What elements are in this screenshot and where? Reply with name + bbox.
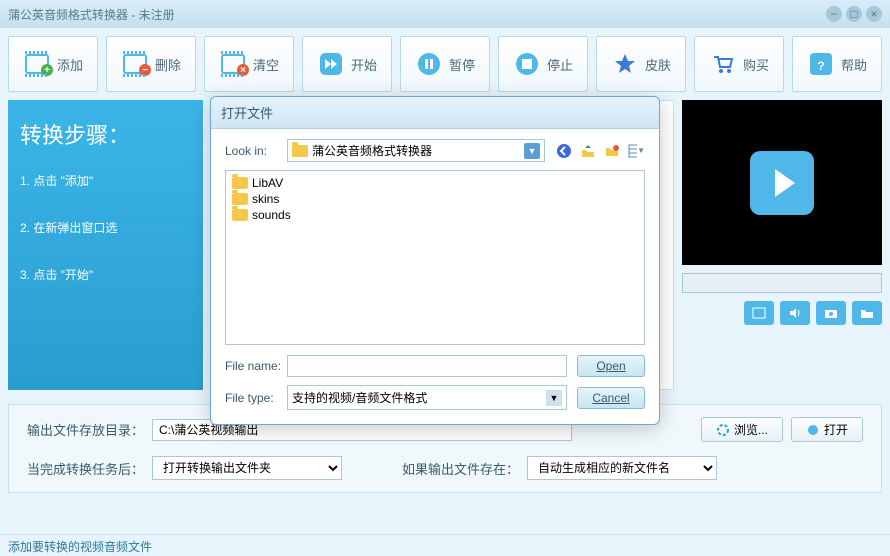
delete-label: 删除 bbox=[155, 55, 181, 74]
filetype-combo[interactable]: 支持的视频/音频文件格式 ▼ bbox=[287, 385, 567, 410]
nav-back-button[interactable] bbox=[555, 142, 573, 160]
close-button[interactable]: × bbox=[866, 6, 882, 22]
steps-heading: 转换步骤： bbox=[20, 118, 191, 150]
list-item[interactable]: LibAV bbox=[230, 175, 640, 191]
start-label: 开始 bbox=[351, 55, 377, 74]
add-label: 添加 bbox=[57, 55, 83, 74]
after-task-label: 当完成转换任务后： bbox=[27, 459, 144, 478]
delete-button[interactable]: − 删除 bbox=[106, 36, 196, 92]
filetype-label: File type: bbox=[225, 391, 287, 405]
pause-icon bbox=[415, 50, 443, 78]
stop-label: 停止 bbox=[547, 55, 573, 74]
app-title: 蒲公英音频格式转换器 - 未注册 bbox=[8, 6, 175, 23]
list-item[interactable]: sounds bbox=[230, 207, 640, 223]
open-button[interactable]: Open bbox=[577, 355, 645, 377]
lookin-label: Look in: bbox=[225, 144, 287, 158]
browse-icon bbox=[716, 423, 730, 437]
file-open-dialog: 打开文件 Look in: 蒲公英音频格式转换器 ▼ ▼ LibAV skins… bbox=[210, 96, 660, 425]
nav-up-button[interactable] bbox=[579, 142, 597, 160]
stop-button[interactable]: 停止 bbox=[498, 36, 588, 92]
cancel-button[interactable]: Cancel bbox=[577, 387, 645, 409]
step-2: 2. 在新弹出窗口选 bbox=[20, 219, 191, 236]
preview-progress[interactable] bbox=[682, 273, 882, 293]
clear-button[interactable]: × 清空 bbox=[204, 36, 294, 92]
step-3: 3. 点击 "开始" bbox=[20, 266, 191, 283]
open-icon bbox=[806, 423, 820, 437]
step-1: 1. 点击 "添加" bbox=[20, 172, 191, 189]
start-button[interactable]: 开始 bbox=[302, 36, 392, 92]
filename-label: File name: bbox=[225, 359, 287, 373]
filename-input[interactable] bbox=[287, 355, 567, 377]
folder-icon bbox=[232, 209, 248, 221]
pause-button[interactable]: 暂停 bbox=[400, 36, 490, 92]
dialog-title: 打开文件 bbox=[211, 97, 659, 129]
chevron-down-icon: ▼ bbox=[524, 143, 540, 159]
chevron-down-icon: ▼ bbox=[546, 390, 562, 406]
list-item[interactable]: skins bbox=[230, 191, 640, 207]
buy-button[interactable]: 购买 bbox=[694, 36, 784, 92]
help-label: 帮助 bbox=[841, 55, 867, 74]
snapshot-button[interactable] bbox=[816, 301, 846, 325]
skin-label: 皮肤 bbox=[645, 55, 671, 74]
folder-icon bbox=[232, 177, 248, 189]
nav-view-button[interactable]: ▼ bbox=[627, 142, 645, 160]
minimize-button[interactable]: − bbox=[826, 6, 842, 22]
preview-panel bbox=[682, 100, 882, 390]
output-dir-label: 输出文件存放目录： bbox=[27, 420, 144, 439]
cart-icon bbox=[709, 50, 737, 78]
folder-icon bbox=[292, 145, 308, 157]
skin-button[interactable]: 皮肤 bbox=[596, 36, 686, 92]
add-button[interactable]: + 添加 bbox=[8, 36, 98, 92]
folder-icon bbox=[232, 193, 248, 205]
stop-icon bbox=[513, 50, 541, 78]
folder-button[interactable] bbox=[852, 301, 882, 325]
star-icon bbox=[611, 50, 639, 78]
help-button[interactable]: ? 帮助 bbox=[792, 36, 882, 92]
after-task-select[interactable]: 打开转换输出文件夹 bbox=[152, 456, 342, 480]
start-icon bbox=[317, 50, 345, 78]
svg-text:?: ? bbox=[817, 59, 824, 73]
if-exists-label: 如果输出文件存在： bbox=[402, 459, 519, 478]
toolbar: + 添加 − 删除 × 清空 开始 暂停 停止 皮肤 购买 ? 帮助 bbox=[0, 28, 890, 100]
pause-label: 暂停 bbox=[449, 55, 475, 74]
steps-panel: 转换步骤： 1. 点击 "添加" 2. 在新弹出窗口选 3. 点击 "开始" bbox=[8, 100, 203, 390]
screen-mode-button[interactable] bbox=[744, 301, 774, 325]
volume-button[interactable] bbox=[780, 301, 810, 325]
add-icon: + bbox=[23, 50, 51, 78]
open-output-button[interactable]: 打开 bbox=[791, 417, 863, 442]
buy-label: 购买 bbox=[743, 55, 769, 74]
clear-icon: × bbox=[219, 50, 247, 78]
browse-button[interactable]: 浏览... bbox=[701, 417, 783, 442]
preview-screen bbox=[682, 100, 882, 265]
play-icon bbox=[750, 151, 814, 215]
lookin-combo[interactable]: 蒲公英音频格式转换器 ▼ bbox=[287, 139, 545, 162]
delete-icon: − bbox=[121, 50, 149, 78]
nav-newfolder-button[interactable] bbox=[603, 142, 621, 160]
help-icon: ? bbox=[807, 50, 835, 78]
clear-label: 清空 bbox=[253, 55, 279, 74]
maximize-button[interactable]: □ bbox=[846, 6, 862, 22]
titlebar: 蒲公英音频格式转换器 - 未注册 − □ × bbox=[0, 0, 890, 28]
file-list[interactable]: LibAV skins sounds bbox=[225, 170, 645, 345]
status-bar: 添加要转换的视频音频文件 bbox=[0, 534, 890, 556]
if-exists-select[interactable]: 自动生成相应的新文件名 bbox=[527, 456, 717, 480]
